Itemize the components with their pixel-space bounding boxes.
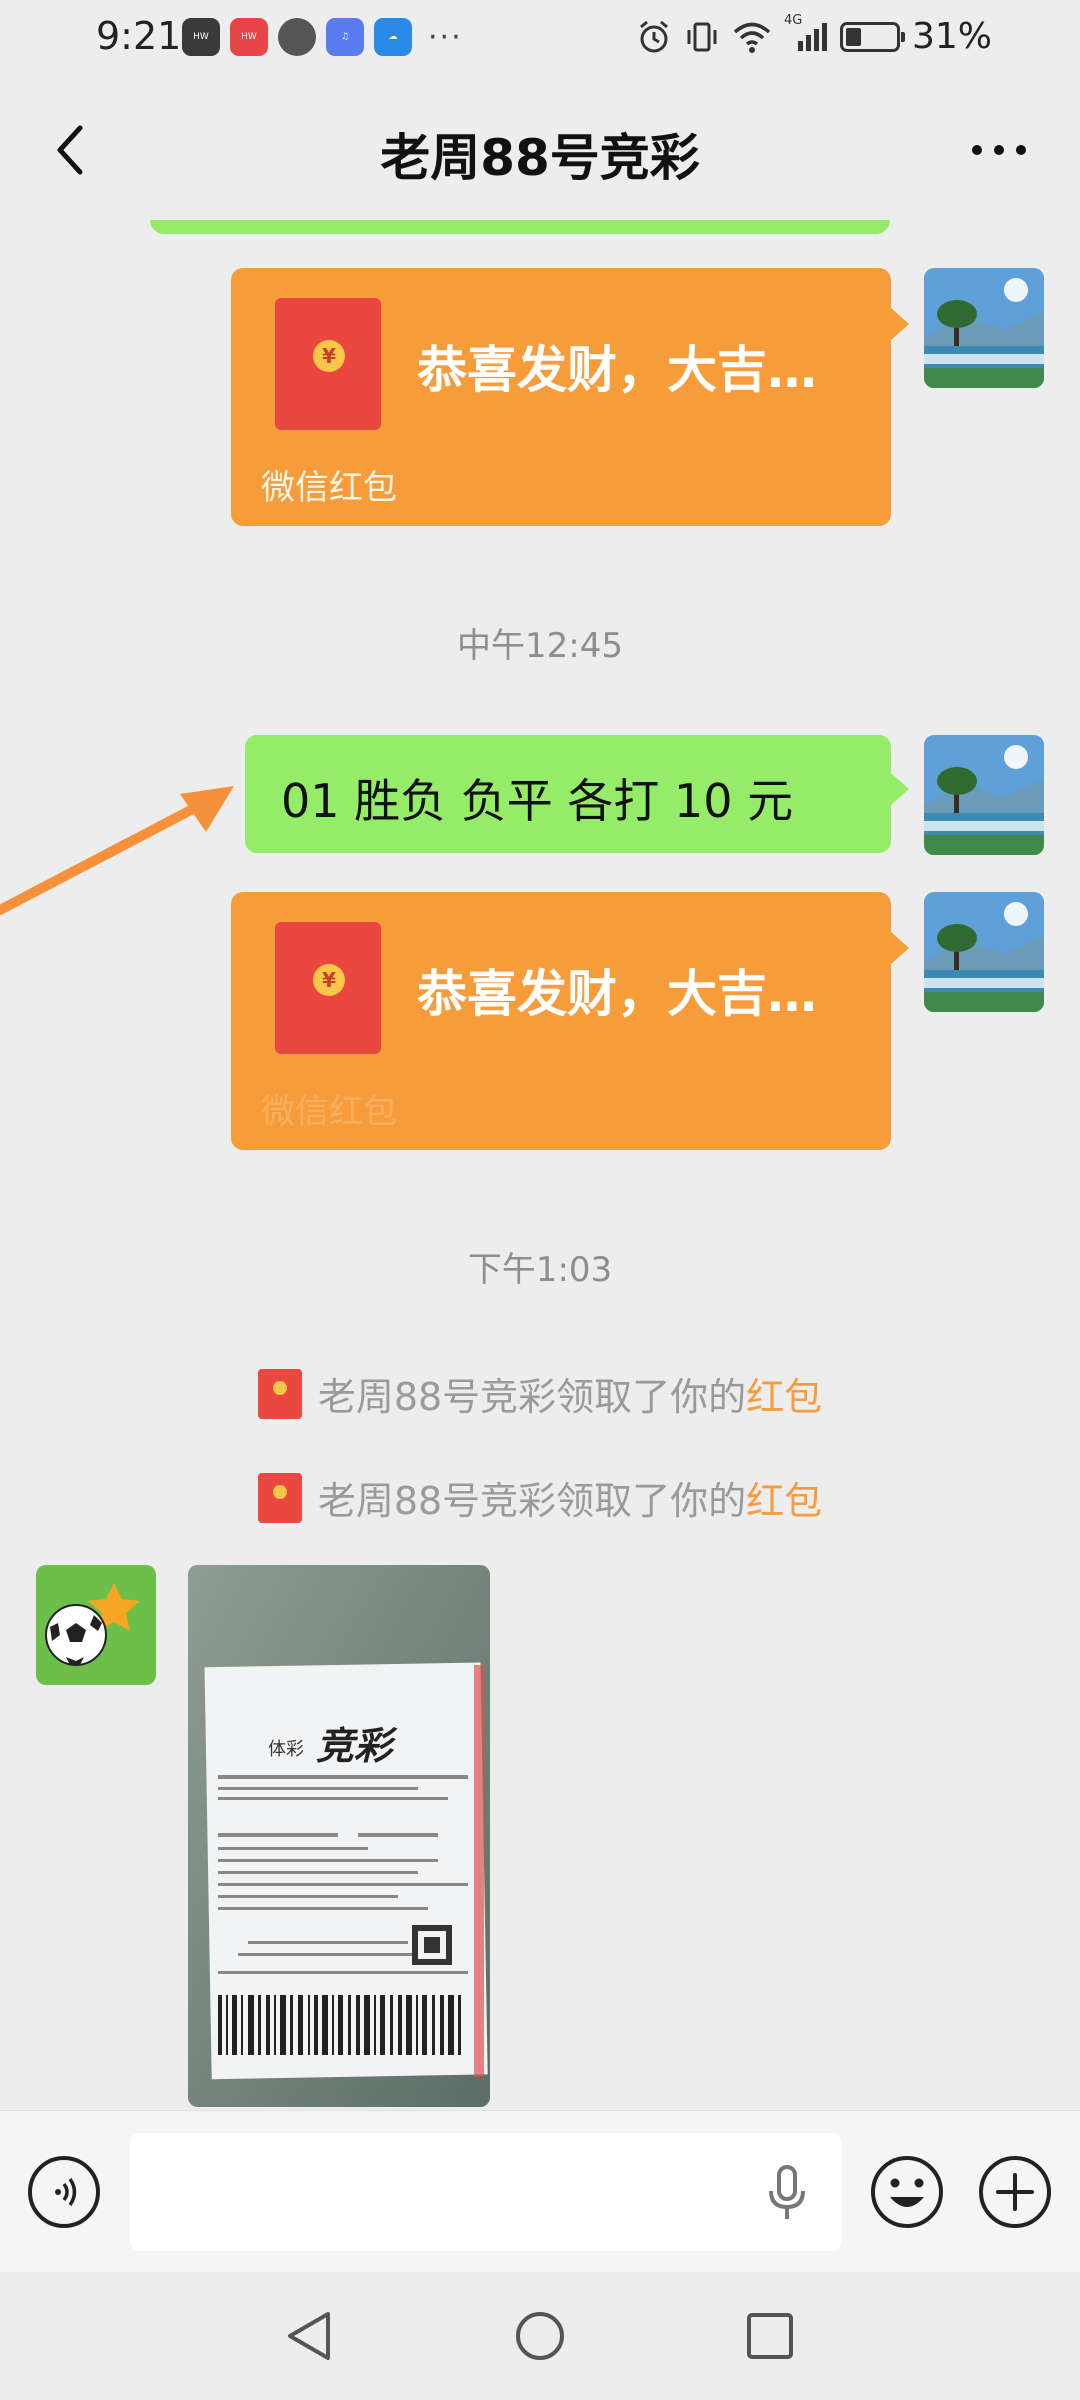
music-icon: ♫ — [326, 18, 364, 56]
red-packet-greeting: 恭喜发财，大吉… — [417, 965, 817, 1023]
battery-percent: 31% — [911, 16, 992, 57]
microphone-icon[interactable] — [762, 2163, 812, 2223]
red-envelope-icon — [257, 1472, 302, 1523]
weather-icon: ☁ — [374, 18, 412, 56]
red-packet-greeting: 恭喜发财，大吉… — [417, 341, 817, 399]
soccer-ball-avatar-icon — [36, 1565, 156, 1685]
red-envelope-icon — [257, 1368, 302, 1419]
system-notice: 老周88号竞彩领取了你的红包 — [0, 1470, 1080, 1525]
red-packet-link[interactable]: 红包 — [746, 1479, 822, 1523]
my-avatar[interactable] — [924, 735, 1044, 855]
message-input[interactable] — [130, 2133, 842, 2251]
my-avatar[interactable] — [924, 892, 1044, 1012]
system-notice-text: 老周88号竞彩领取了你的 — [317, 1479, 747, 1523]
system-indicators: 4G 31% — [636, 13, 992, 57]
status-bar: 9:21 HW HW ♫ ☁ ··· 4G 31% — [0, 0, 1080, 80]
voice-input-button[interactable] — [28, 2156, 100, 2228]
landscape-avatar-icon — [924, 892, 1044, 1012]
ticket-brand-small: 体彩 — [268, 1739, 304, 1760]
alarm-icon — [640, 20, 668, 52]
nav-recents-button[interactable] — [740, 2306, 800, 2366]
nav-home-button[interactable] — [510, 2306, 570, 2366]
yuan-coin-icon: ¥ — [313, 340, 345, 372]
landscape-avatar-icon — [924, 735, 1044, 855]
message-text: 01 胜负 负平 各打 10 元 — [281, 774, 794, 828]
more-notifications-icon: ··· — [428, 19, 463, 55]
system-notice: 老周88号竞彩领取了你的红包 — [0, 1366, 1080, 1421]
lottery-ticket-photo — [188, 1565, 490, 2107]
more-dots-icon — [972, 145, 1026, 155]
vmall-icon: HW — [230, 18, 268, 56]
nav-back-button[interactable] — [280, 2306, 340, 2366]
emoji-button[interactable] — [868, 2153, 946, 2231]
red-packet-message[interactable]: ¥ 恭喜发财，大吉… 微信红包 — [231, 268, 909, 526]
wifi-icon — [733, 22, 771, 53]
text-message-bubble[interactable]: 01 胜负 负平 各打 10 元 — [245, 735, 909, 853]
system-navigation-bar — [0, 2272, 1080, 2400]
battery-icon — [839, 21, 905, 52]
message-list[interactable]: ¥ 恭喜发财，大吉… 微信红包 中午12:45 01 胜负 负平 各打 10 元 — [0, 220, 1080, 2110]
timestamp: 下午1:03 — [467, 1250, 613, 1290]
chat-header: 老周88号竞彩 — [0, 80, 1080, 220]
more-options-button[interactable] — [964, 130, 1034, 170]
my-avatar[interactable] — [924, 268, 1044, 388]
annotation-arrow-icon — [0, 786, 234, 915]
vibrate-icon — [687, 22, 717, 51]
chat-title: 老周88号竞彩 — [380, 129, 700, 187]
system-notice-text: 老周88号竞彩领取了你的 — [317, 1375, 747, 1419]
browser-icon — [278, 18, 316, 56]
red-packet-link[interactable]: 红包 — [746, 1375, 822, 1419]
previous-message-bubble[interactable] — [150, 220, 890, 234]
notification-icons: HW HW ♫ ☁ ··· — [182, 18, 463, 56]
red-packet-message[interactable]: ¥ 恭喜发财，大吉… 微信红包 — [231, 892, 909, 1150]
cellular-signal-icon: 4G — [784, 13, 828, 55]
red-envelope-icon: ¥ — [275, 922, 381, 1054]
landscape-avatar-icon — [924, 268, 1044, 388]
contact-avatar[interactable] — [36, 1565, 156, 1685]
yuan-coin-icon: ¥ — [313, 964, 345, 996]
clock: 9:21 — [96, 14, 182, 58]
timestamp: 中午12:45 — [457, 626, 623, 666]
input-bar — [0, 2110, 1080, 2273]
huawei-appgallery-icon: HW — [182, 18, 220, 56]
more-functions-button[interactable] — [976, 2153, 1054, 2231]
ticket-brand-large: 竞彩 — [316, 1724, 393, 1768]
red-packet-label: 微信红包 — [261, 468, 397, 508]
image-message[interactable]: 体彩 竞彩 — [188, 1565, 490, 2107]
voice-wave-icon — [55, 2178, 77, 2206]
red-envelope-icon: ¥ — [275, 298, 381, 430]
red-packet-label: 微信红包 — [261, 1092, 397, 1132]
